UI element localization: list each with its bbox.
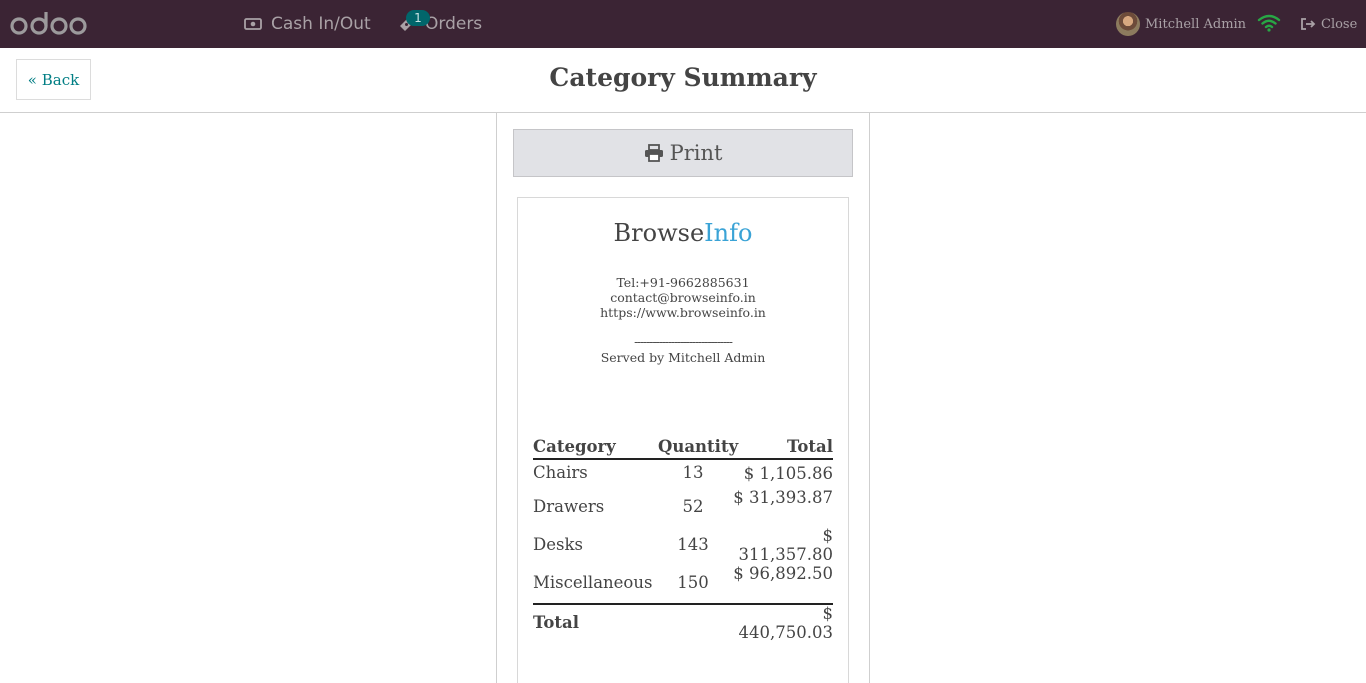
grand-total-value: $ 440,750.03	[738, 604, 833, 642]
sign-out-icon	[1301, 18, 1316, 30]
row-quantity: 52	[682, 497, 704, 516]
screen-header: « Back Category Summary	[0, 48, 1366, 113]
print-button[interactable]: Print	[513, 129, 853, 177]
row-category: Desks	[533, 535, 583, 554]
column-header-quantity: Quantity	[658, 437, 739, 456]
receipt-screen: Print BrowseInfo Tel:+91-9662885631 cont…	[496, 113, 870, 683]
row-quantity: 13	[682, 463, 704, 482]
cash-in-out-label: Cash In/Out	[271, 14, 371, 34]
company-phone: Tel:+91-9662885631	[616, 275, 750, 290]
print-icon	[644, 144, 663, 162]
company-logo-text: BrowseInfo	[518, 219, 848, 247]
odoo-logo	[10, 12, 87, 35]
money-icon	[244, 17, 262, 31]
wifi-icon	[1257, 14, 1281, 32]
row-total: $ 1,105.86	[743, 464, 833, 483]
row-total: $ 311,357.80	[738, 526, 833, 564]
orders-label: Orders	[425, 14, 483, 34]
print-label: Print	[669, 141, 723, 165]
page-title: Category Summary	[549, 63, 817, 92]
separator-line: --------------------------------	[634, 335, 733, 349]
close-button[interactable]: Close	[1300, 0, 1357, 48]
company-website: https://www.browseinfo.in	[600, 305, 766, 320]
row-category: Miscellaneous	[533, 573, 653, 592]
user-menu[interactable]: Mitchell Admin	[1116, 0, 1246, 48]
total-label: Total	[533, 613, 579, 632]
row-total: $ 31,393.87	[733, 488, 833, 507]
orders-count-badge: 1	[406, 10, 430, 26]
row-category: Drawers	[533, 497, 605, 516]
cash-in-out-button[interactable]: Cash In/Out	[244, 0, 371, 48]
user-name: Mitchell Admin	[1145, 16, 1247, 32]
company-contact: Tel:+91-9662885631 contact@browseinfo.in…	[518, 275, 848, 320]
company-email: contact@browseinfo.in	[610, 290, 756, 305]
row-category: Chairs	[533, 463, 588, 482]
row-quantity: 143	[677, 535, 709, 554]
column-header-category: Category	[533, 437, 616, 456]
top-navbar: Cash In/Out Orders 1 Mitchell Admin Clos…	[0, 0, 1366, 48]
brand-part-2: Info	[704, 219, 753, 247]
row-quantity: 150	[677, 573, 709, 592]
row-total: $ 96,892.50	[733, 564, 833, 583]
column-header-total: Total	[787, 437, 833, 456]
served-by: Served by Mitchell Admin	[600, 350, 766, 365]
receipt-paper: BrowseInfo Tel:+91-9662885631 contact@br…	[517, 197, 849, 683]
close-label: Close	[1321, 16, 1358, 32]
avatar	[1116, 12, 1140, 36]
header-divider	[533, 458, 833, 460]
brand-part-1: Browse	[613, 219, 705, 247]
